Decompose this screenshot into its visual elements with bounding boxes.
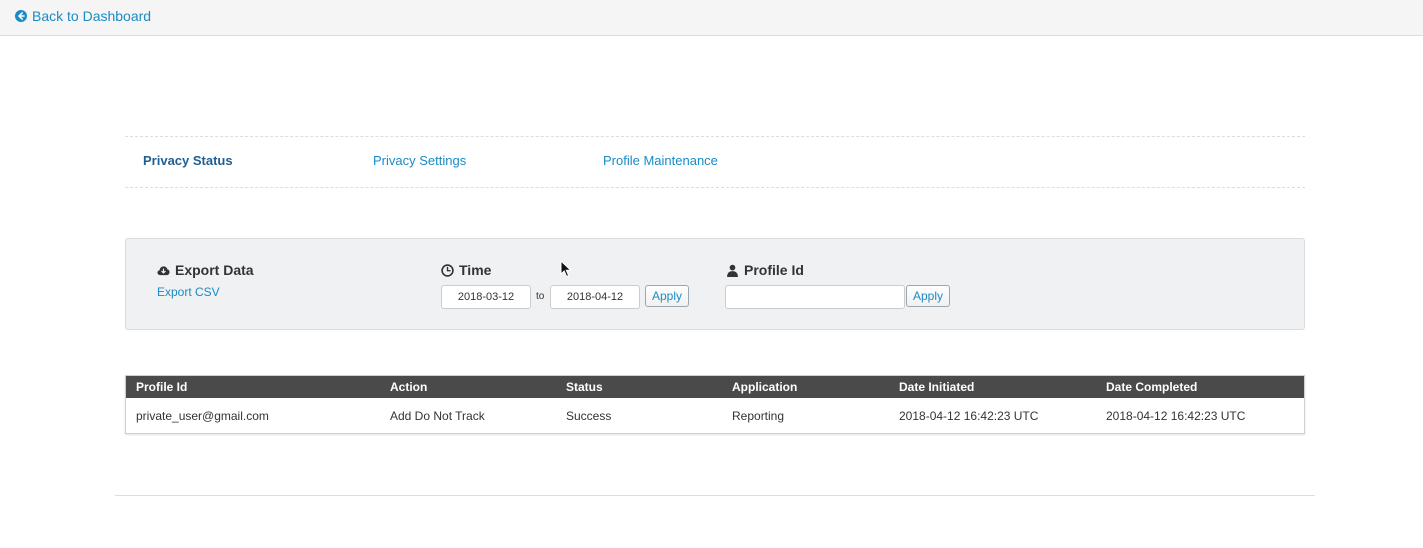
mouse-pointer-icon — [560, 260, 572, 278]
cloud-download-icon — [157, 264, 170, 277]
privacy-status-table: Profile Id Action Status Application Dat… — [125, 375, 1305, 434]
export-data-heading: Export Data — [157, 262, 254, 278]
date-range-to-label: to — [536, 291, 545, 302]
table-row: private_user@gmail.com Add Do Not Track … — [126, 398, 1304, 434]
cell-action: Add Do Not Track — [390, 409, 485, 423]
column-header-action: Action — [390, 380, 428, 394]
column-header-date-initiated: Date Initiated — [899, 380, 975, 394]
profile-id-heading: Profile Id — [726, 262, 804, 278]
profile-id-input[interactable] — [725, 285, 905, 309]
circle-arrow-left-icon — [15, 10, 27, 22]
tab-profile-maintenance[interactable]: Profile Maintenance — [603, 153, 718, 168]
column-header-date-completed: Date Completed — [1106, 380, 1198, 394]
back-link-label: Back to Dashboard — [32, 8, 152, 24]
clock-icon — [441, 263, 454, 277]
column-header-status: Status — [566, 380, 603, 394]
time-title: Time — [459, 262, 492, 278]
cell-profile-id: private_user@gmail.com — [136, 409, 269, 423]
user-icon — [726, 264, 739, 277]
date-to-input[interactable] — [550, 285, 640, 309]
time-apply-button[interactable]: Apply — [645, 285, 690, 307]
back-to-dashboard-link[interactable]: Back to Dashboard — [15, 8, 151, 24]
footer-divider — [115, 495, 1315, 496]
top-bar: Back to Dashboard — [0, 0, 1423, 36]
cell-date-completed: 2018-04-12 16:42:23 UTC — [1106, 409, 1246, 423]
export-csv-link[interactable]: Export CSV — [157, 285, 220, 299]
cell-application: Reporting — [732, 409, 785, 423]
profile-id-title: Profile Id — [744, 262, 804, 278]
table-header: Profile Id Action Status Application Dat… — [126, 376, 1304, 398]
export-data-title: Export Data — [175, 262, 254, 278]
filter-panel: Export Data Export CSV Time to Apply Pro… — [125, 238, 1305, 330]
tab-privacy-status[interactable]: Privacy Status — [143, 153, 233, 168]
tab-privacy-settings[interactable]: Privacy Settings — [373, 153, 466, 168]
column-header-application: Application — [732, 380, 798, 394]
privacy-tabs: Privacy Status Privacy Settings Profile … — [125, 136, 1305, 188]
date-from-input[interactable] — [441, 285, 531, 309]
time-heading: Time — [441, 262, 491, 278]
cell-date-initiated: 2018-04-12 16:42:23 UTC — [899, 409, 1039, 423]
profile-apply-button[interactable]: Apply — [906, 285, 951, 307]
cell-status: Success — [566, 409, 612, 423]
column-header-profile-id: Profile Id — [136, 380, 188, 394]
